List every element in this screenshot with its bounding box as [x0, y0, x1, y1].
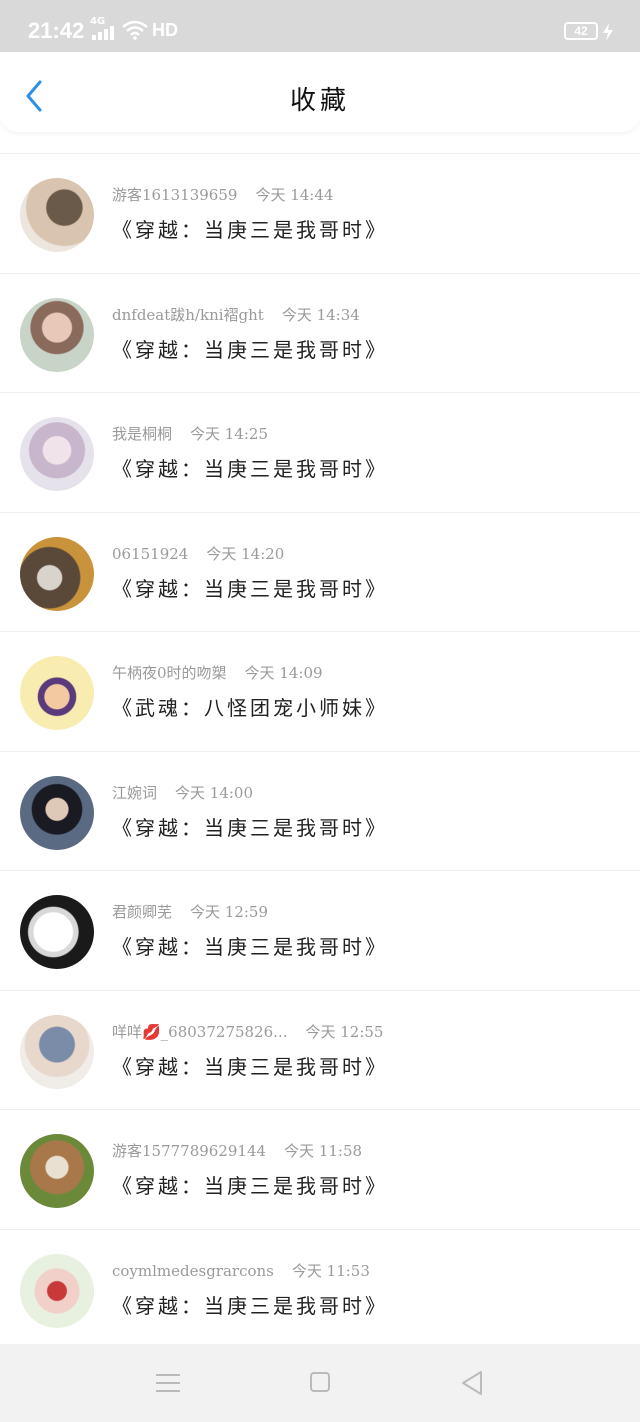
list-item[interactable]: 咩咩💋_68037275826... 今天 12:55 《穿越：当庚三是我哥时》	[0, 989, 640, 1110]
avatar[interactable]	[20, 297, 94, 372]
timestamp: 今天 14:00	[175, 783, 254, 802]
book-title[interactable]: 《穿越：当庚三是我哥时》	[112, 573, 388, 602]
list-item[interactable]: 我是桐桐 今天 14:25 《穿越：当庚三是我哥时》	[0, 392, 640, 512]
header: 收藏	[0, 52, 640, 132]
avatar[interactable]	[20, 656, 94, 730]
timestamp: 今天 11:58	[284, 1142, 363, 1160]
timestamp: 今天 14:09	[244, 664, 323, 682]
avatar[interactable]	[20, 178, 94, 252]
battery-icon: 42	[564, 22, 598, 40]
book-title[interactable]: 《穿越：当庚三是我哥时》	[112, 812, 388, 841]
book-title[interactable]: 《穿越：当庚三是我哥时》	[112, 334, 388, 363]
user-name: 咩咩💋_68037275826...	[112, 1022, 288, 1041]
timestamp: 今天 14:20	[206, 544, 285, 563]
book-title[interactable]: 《穿越：当庚三是我哥时》	[112, 1051, 388, 1080]
home-icon[interactable]	[310, 1372, 330, 1392]
user-name: 君颜卿芜	[112, 903, 173, 921]
user-name: dnfdeat跋h/kni褶ght	[112, 305, 264, 324]
user-name: coymlmedesgrarcons	[112, 1261, 274, 1280]
user-name: 午柄夜0时的吻槊	[112, 664, 227, 682]
book-title[interactable]: 《穿越：当庚三是我哥时》	[112, 453, 388, 482]
avatar[interactable]	[20, 417, 94, 491]
avatar[interactable]	[20, 1134, 94, 1208]
book-title[interactable]: 《穿越：当庚三是我哥时》	[112, 1170, 388, 1199]
timestamp: 今天 12:55	[305, 1022, 384, 1041]
page-title: 收藏	[289, 86, 350, 116]
list-item[interactable]: 江婉词 今天 14:00 《穿越：当庚三是我哥时》	[0, 750, 640, 871]
avatar[interactable]	[20, 1014, 94, 1089]
user-name: 我是桐桐	[112, 425, 173, 443]
avatar[interactable]	[20, 775, 94, 850]
list-item[interactable]: 君颜卿芜 今天 12:59 《穿越：当庚三是我哥时》	[0, 870, 640, 990]
timestamp: 今天 14:25	[190, 425, 269, 443]
book-title[interactable]: 《穿越：当庚三是我哥时》	[112, 931, 388, 960]
system-nav-bar	[0, 1344, 640, 1422]
timestamp: 今天 11:53	[291, 1261, 370, 1280]
wifi-icon	[122, 20, 148, 40]
status-time: 21:42	[28, 18, 85, 43]
user-name: 游客1577789629144	[112, 1142, 267, 1160]
list-item[interactable]: dnfdeat跋h/kni褶ght 今天 14:34 《穿越：当庚三是我哥时》	[0, 272, 640, 393]
list-item[interactable]: coymlmedesgrarcons 今天 11:53 《穿越：当庚三是我哥时》	[0, 1228, 640, 1349]
charging-icon	[603, 23, 613, 41]
book-title[interactable]: 《穿越：当庚三是我哥时》	[112, 214, 388, 243]
avatar[interactable]	[20, 536, 94, 611]
favorites-list: 游客1613139659 今天 14:44 《穿越：当庚三是我哥时》 dnfdea…	[0, 153, 640, 1348]
avatar[interactable]	[20, 1253, 94, 1328]
avatar[interactable]	[20, 895, 94, 969]
timestamp: 今天 14:34	[281, 305, 360, 324]
timestamp: 今天 12:59	[190, 903, 269, 921]
signal-icon	[92, 26, 114, 40]
user-name: 游客1613139659	[112, 186, 238, 204]
book-title[interactable]: 《穿越：当庚三是我哥时》	[112, 1290, 388, 1319]
user-name: 06151924	[112, 544, 189, 563]
menu-icon[interactable]	[156, 1374, 180, 1398]
list-item[interactable]: 游客1613139659 今天 14:44 《穿越：当庚三是我哥时》	[0, 153, 640, 273]
list-item[interactable]: 游客1577789629144 今天 11:58 《穿越：当庚三是我哥时》	[0, 1109, 640, 1229]
timestamp: 今天 14:44	[255, 186, 334, 204]
list-item[interactable]: 06151924 今天 14:20 《穿越：当庚三是我哥时》	[0, 511, 640, 632]
list-item[interactable]: 午柄夜0时的吻槊 今天 14:09 《武魂：八怪团宠小师妹》	[0, 631, 640, 751]
back-triangle-icon[interactable]	[460, 1370, 484, 1396]
hd-indicator: HD	[152, 20, 178, 40]
user-name: 江婉词	[112, 783, 158, 802]
book-title[interactable]: 《武魂：八怪团宠小师妹》	[112, 692, 388, 721]
